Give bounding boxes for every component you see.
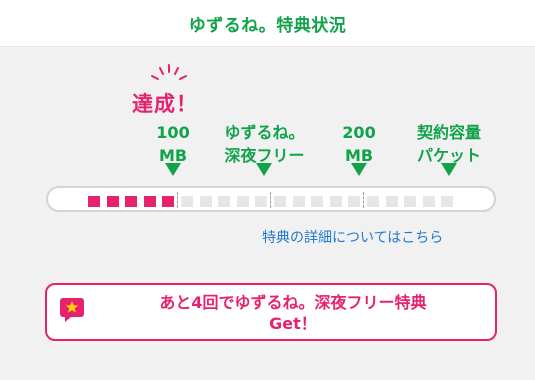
progress-segment-empty [274,196,286,207]
progress-divider [363,192,364,208]
progress-divider [177,192,178,208]
achieved-label: 達成！ [132,92,198,116]
celebration-burst-icon [151,64,187,80]
milestone-arrow-icon [165,163,181,176]
progress-segment-empty [329,196,342,207]
milestone-arrow-icon [256,163,272,176]
progress-segment-empty [181,196,193,207]
promo-line-2: Get！ [269,314,317,333]
milestone-arrow-icon [351,163,367,176]
milestone-100mb: 100 MB [150,121,196,167]
page-title: ゆずるね。特典状況 [188,15,347,36]
progress-segment-empty [441,196,454,207]
progress-segment-empty [255,196,268,207]
milestone-night-free: ゆずるね。 深夜フリー [217,121,312,167]
promo-text: あと4回でゆずるね。深夜フリー特典 Get！ [97,292,489,334]
milestone-value: 100 [156,123,190,142]
header-bar: ゆずるね。特典状況 [0,0,535,47]
star-speech-bubble-icon [60,298,84,322]
progress-segment-filled [143,196,156,207]
progress-segment-filled [162,196,175,207]
promo-line-1: あと4回でゆずるね。深夜フリー特典 [159,293,427,312]
promo-banner[interactable]: あと4回でゆずるね。深夜フリー特典 Get！ [45,283,497,341]
milestone-title: ゆずるね。 [224,123,305,142]
progress-segment-empty [422,196,435,207]
progress-segment-filled [88,196,100,207]
progress-segment-empty [348,196,361,207]
progress-segment-filled [125,196,138,207]
progress-segment-empty [236,196,249,207]
progress-segment-empty [218,196,231,207]
milestone-arrow-icon [441,163,457,176]
milestone-value: 200 [342,123,376,142]
progress-divider [270,192,271,208]
progress-segment-empty [292,196,305,207]
details-link[interactable]: 特典の詳細についてはこちら [262,227,443,247]
progress-segment-empty [385,196,398,207]
progress-track [46,186,496,212]
progress-segment-empty [311,196,324,207]
progress-segment-empty [199,196,212,207]
milestone-200mb: 200 MB [336,121,382,167]
progress-segment-empty [404,196,417,207]
milestone-title: 契約容量 [416,123,481,142]
progress-segment-filled [106,196,119,207]
progress-segment-empty [367,196,379,207]
milestone-contract-packet: 契約容量 パケット [411,121,487,167]
